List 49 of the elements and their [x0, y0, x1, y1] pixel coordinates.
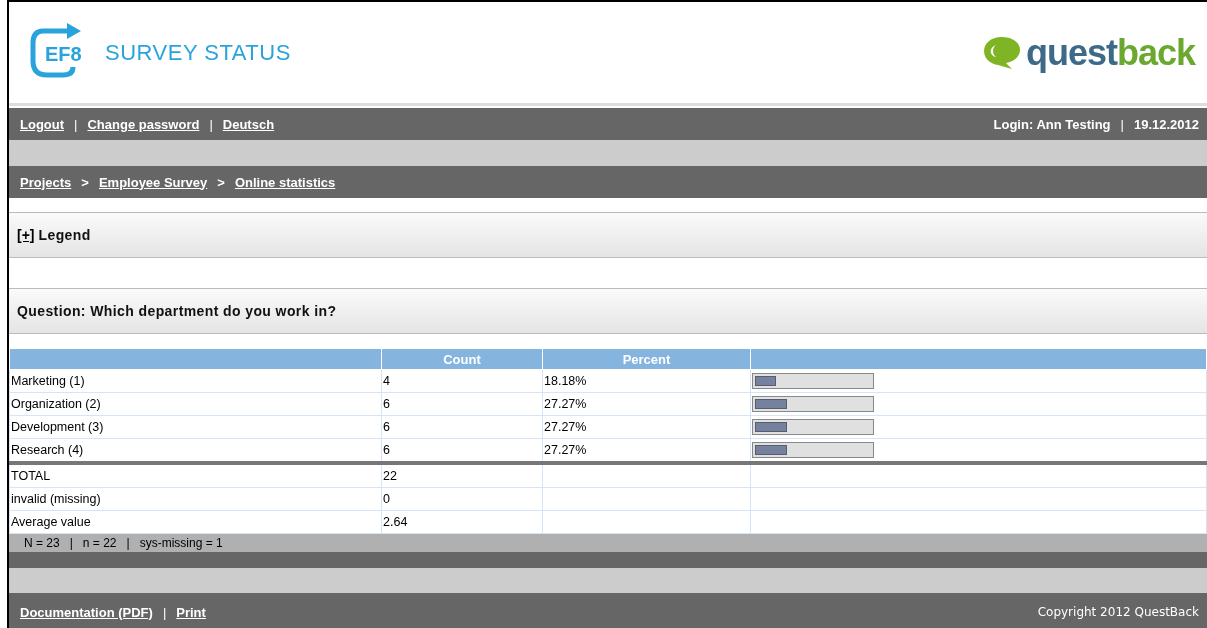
- table-cell: 4: [381, 369, 543, 393]
- stat-text: sys-missing = 1: [139, 536, 223, 550]
- table-cell: Research (4): [9, 438, 382, 463]
- table-cell: 27.27%: [542, 415, 751, 439]
- table-cell: 0: [381, 487, 543, 511]
- nav-link[interactable]: Logout: [20, 116, 65, 132]
- table-cell: 6: [381, 415, 543, 439]
- table-cell: invalid (missing): [9, 487, 382, 511]
- brand-logo-text: questback: [1025, 31, 1195, 74]
- nav-link[interactable]: Change password: [87, 116, 200, 132]
- separator: |: [69, 536, 73, 550]
- table-cell: Average value: [9, 510, 382, 534]
- table-cell: 27.27%: [542, 438, 751, 463]
- stat-text: N = 23: [24, 536, 60, 550]
- breadcrumb-chevron: >: [217, 174, 225, 190]
- separator: |: [209, 116, 213, 132]
- login-label: Login: Ann Testing: [993, 116, 1111, 132]
- footer-link[interactable]: Print: [176, 604, 206, 620]
- breadcrumb-link[interactable]: Online statistics: [234, 174, 336, 190]
- table-cell: Marketing (1): [9, 369, 382, 393]
- table-cell: 2.64: [381, 510, 543, 534]
- table-header: Count: [381, 348, 543, 370]
- expand-toggle[interactable]: [+]: [17, 227, 35, 243]
- separator: |: [1120, 116, 1124, 132]
- copyright-text: Copyright 2012 QuestBack: [1037, 605, 1199, 619]
- date-label: 19.12.2012: [1133, 116, 1199, 132]
- logo-title: SURVEY STATUS: [105, 39, 291, 66]
- speech-bubble-icon: [981, 34, 1022, 71]
- separator: |: [162, 604, 167, 620]
- separator: |: [126, 536, 130, 550]
- legend-title: Legend: [38, 227, 91, 243]
- table-cell: Organization (2): [9, 392, 382, 416]
- table-cell: 27.27%: [542, 392, 751, 416]
- separator: |: [74, 116, 78, 132]
- logo-mark: EF8: [44, 43, 83, 66]
- breadcrumb-link[interactable]: Projects: [20, 174, 72, 190]
- question-title: Question: Which department do you work in?: [17, 303, 337, 319]
- stat-text: n = 22: [82, 536, 117, 550]
- table-cell: 6: [381, 392, 543, 416]
- table-cell: TOTAL: [9, 463, 382, 488]
- table-cell: 22: [381, 463, 543, 488]
- table-header: Percent: [542, 348, 751, 370]
- footer-link[interactable]: Documentation (PDF): [20, 604, 153, 620]
- table-cell: 6: [381, 438, 543, 463]
- breadcrumb-chevron: >: [81, 174, 89, 190]
- table-cell: 18.18%: [542, 369, 751, 393]
- breadcrumb-link[interactable]: Employee Survey: [98, 174, 208, 190]
- nav-link[interactable]: Deutsch: [222, 116, 275, 132]
- table-cell: Development (3): [9, 415, 382, 439]
